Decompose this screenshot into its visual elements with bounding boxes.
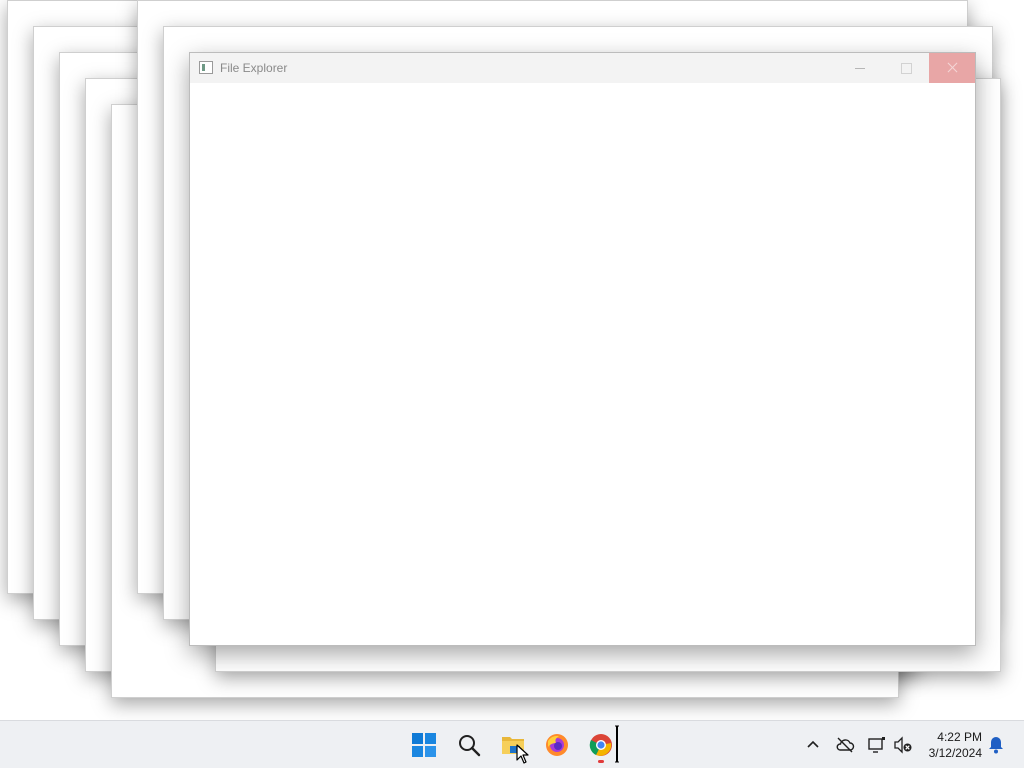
- taskbar: 4:22 PM 3/12/2024: [0, 720, 1024, 768]
- text-cursor-icon: [615, 725, 619, 763]
- onedrive-tray-button[interactable]: [833, 733, 857, 757]
- window-title: File Explorer: [220, 61, 288, 75]
- bell-icon: [989, 737, 1003, 754]
- clock-date: 3/12/2024: [928, 746, 982, 760]
- title-bar[interactable]: File Explorer: [190, 53, 975, 83]
- clock[interactable]: 4:22 PM 3/12/2024: [918, 729, 982, 761]
- chevron-up-icon: [807, 740, 819, 748]
- firefox-taskbar-button[interactable]: [537, 726, 577, 764]
- file-explorer-window: File Explorer: [189, 52, 976, 646]
- network-icon: [868, 737, 885, 753]
- network-tray-button[interactable]: [865, 733, 889, 757]
- search-button[interactable]: [449, 726, 489, 764]
- start-button[interactable]: [404, 726, 444, 764]
- cloud-offline-icon: [836, 737, 855, 753]
- search-icon: [459, 735, 481, 757]
- minimize-button[interactable]: [837, 53, 883, 83]
- close-button[interactable]: [929, 53, 975, 83]
- show-hidden-icons-button[interactable]: [801, 733, 825, 757]
- volume-tray-button[interactable]: [891, 733, 915, 757]
- notifications-button[interactable]: [984, 733, 1008, 757]
- mouse-pointer-icon: [516, 744, 529, 764]
- running-indicator: [598, 760, 604, 763]
- chrome-icon: [589, 734, 612, 756]
- app-window-icon: [199, 61, 213, 74]
- maximize-button[interactable]: [883, 53, 929, 83]
- volume-muted-icon: [894, 736, 912, 754]
- firefox-icon: [546, 734, 568, 756]
- windows-logo-icon: [412, 733, 436, 757]
- clock-time: 4:22 PM: [937, 730, 982, 744]
- desktop: File Explorer: [0, 0, 1024, 720]
- window-content: [190, 83, 975, 645]
